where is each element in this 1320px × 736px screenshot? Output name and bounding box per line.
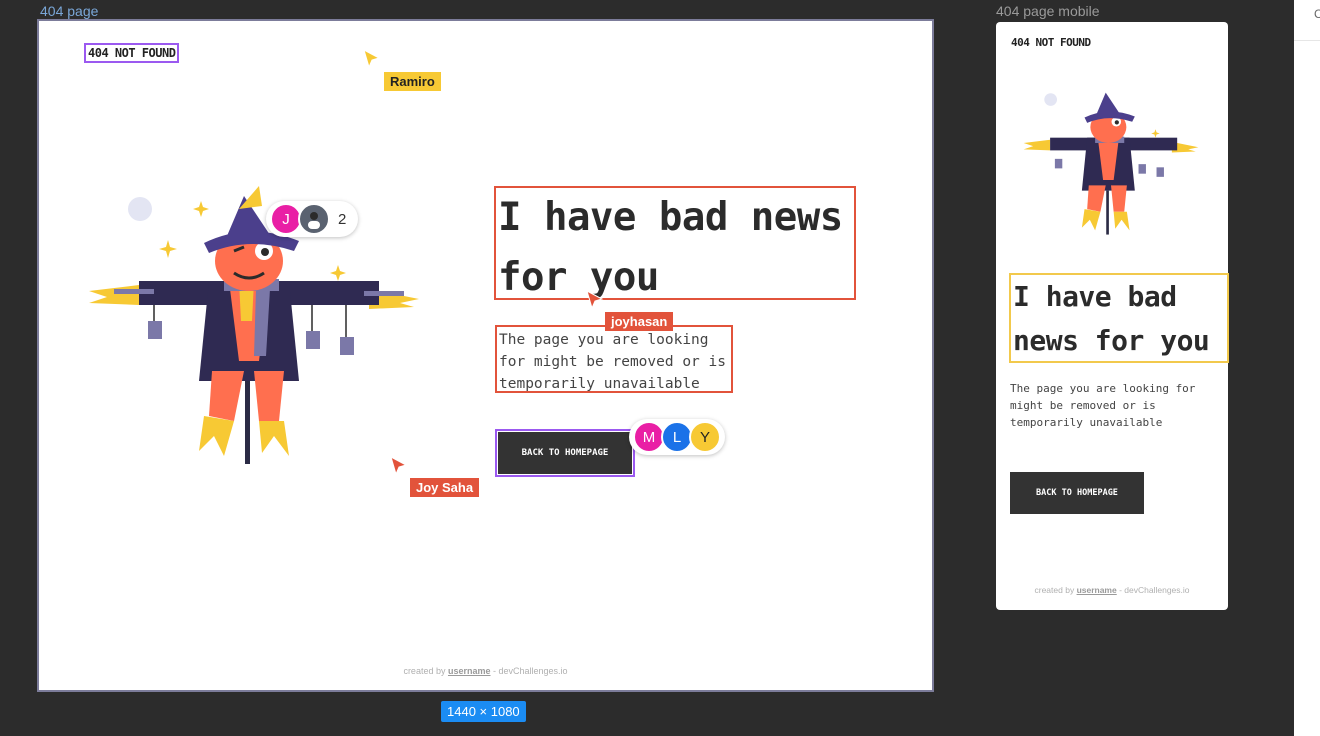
- mobile-footer-username-link[interactable]: username: [1077, 585, 1117, 595]
- footer-prefix: created by: [403, 666, 448, 676]
- panel-divider: [1294, 40, 1320, 41]
- desktop-frame[interactable]: 404 NOT FOUND I have bad news for you Th…: [39, 21, 932, 690]
- mobile-logo: 404 NOT FOUND: [1011, 36, 1091, 49]
- mobile-footer-prefix: created by: [1034, 585, 1077, 595]
- footer-suffix: - devChallenges.io: [490, 666, 568, 676]
- mobile-footer-suffix: - devChallenges.io: [1116, 585, 1190, 595]
- mobile-scarecrow-illustration: [1023, 92, 1199, 235]
- avatar: Y: [689, 421, 721, 453]
- mobile-frame-label[interactable]: 404 page mobile: [996, 3, 1100, 19]
- cursor-tag-joyhasan: joyhasan: [605, 312, 674, 331]
- scarecrow-illustration: [89, 186, 419, 464]
- mobile-description: The page you are looking for might be re…: [1010, 382, 1196, 429]
- cursor-tag-ramiro: Ramiro: [384, 72, 441, 91]
- cursor-arrow-icon: [363, 49, 381, 69]
- desktop-frame-label[interactable]: 404 page: [40, 3, 98, 19]
- comment-avatar-group[interactable]: J 2: [266, 201, 359, 237]
- mobile-headline: I have bad news for you: [1009, 273, 1229, 363]
- headline: I have bad news for you: [494, 186, 856, 300]
- inspector-panel[interactable]: C: [1294, 0, 1320, 736]
- mobile-back-to-homepage-button[interactable]: BACK TO HOMEPAGE: [1010, 472, 1144, 514]
- panel-edge-icon: C: [1314, 7, 1320, 21]
- avatar-photo: [298, 203, 330, 235]
- mobile-footer: created by username - devChallenges.io: [996, 585, 1228, 595]
- footer-username-link[interactable]: username: [448, 666, 491, 676]
- comment-avatar-group-2[interactable]: M L Y: [629, 419, 725, 455]
- avatar-count: 2: [338, 210, 347, 228]
- description: The page you are looking for might be re…: [495, 325, 733, 393]
- cursor-arrow-icon: [586, 290, 604, 310]
- mobile-frame[interactable]: 404 NOT FOUND I have bad news for you Th…: [996, 22, 1229, 610]
- back-to-homepage-button[interactable]: BACK TO HOMEPAGE: [495, 429, 635, 477]
- footer: created by username - devChallenges.io: [39, 666, 932, 676]
- frame-dimensions-badge: 1440 × 1080: [441, 701, 526, 722]
- cursor-arrow-icon: [390, 456, 408, 476]
- cursor-tag-joy-saha: Joy Saha: [410, 478, 480, 497]
- logo: 404 NOT FOUND: [83, 43, 180, 63]
